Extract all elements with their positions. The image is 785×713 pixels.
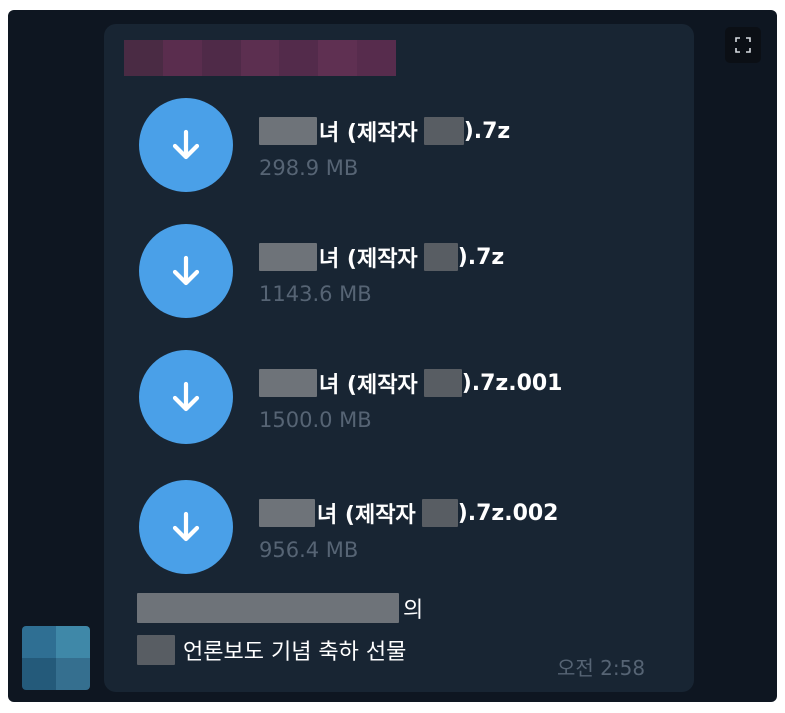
redacted-text	[423, 243, 458, 271]
redacted-text	[423, 369, 462, 397]
file-name[interactable]: 녀 (제작자 ).7z	[259, 116, 510, 146]
redacted-text	[259, 369, 317, 397]
redacted-text	[259, 117, 317, 145]
expand-button[interactable]	[725, 27, 761, 63]
download-arrow-icon	[172, 255, 200, 286]
download-button[interactable]	[139, 98, 233, 192]
download-button[interactable]	[139, 224, 233, 318]
file-size: 1500.0 MB	[259, 408, 372, 432]
file-name[interactable]: 녀 (제작자 ).7z.002	[259, 498, 559, 528]
file-attachment[interactable]: 녀 (제작자 ).7z 298.9 MB	[139, 98, 679, 208]
file-name[interactable]: 녀 (제작자 ).7z.001	[259, 368, 563, 398]
file-attachment[interactable]: 녀 (제작자 ).7z 1143.6 MB	[139, 224, 679, 334]
download-button[interactable]	[139, 350, 233, 444]
redacted-text	[137, 635, 175, 665]
redacted-text	[259, 499, 315, 527]
message-caption-line: 의	[137, 592, 423, 624]
download-button[interactable]	[139, 480, 233, 574]
file-attachment[interactable]: 녀 (제작자 ).7z.002 956.4 MB	[139, 480, 679, 590]
file-name[interactable]: 녀 (제작자 ).7z	[259, 242, 504, 272]
redacted-text	[423, 117, 464, 145]
avatar[interactable]	[22, 626, 90, 690]
message-timestamp: 오전 2:58	[557, 656, 646, 680]
file-size: 298.9 MB	[259, 156, 359, 180]
file-size: 956.4 MB	[259, 538, 359, 562]
redacted-text	[421, 499, 458, 527]
file-attachment[interactable]: 녀 (제작자 ).7z.001 1500.0 MB	[139, 350, 679, 460]
download-arrow-icon	[172, 381, 200, 412]
redacted-text	[259, 243, 317, 271]
file-size: 1143.6 MB	[259, 282, 372, 306]
redacted-text	[137, 593, 399, 623]
download-arrow-icon	[172, 511, 200, 542]
sender-name-redacted[interactable]	[124, 40, 397, 76]
download-arrow-icon	[172, 129, 200, 160]
message-caption-line: 언론보도 기념 축하 선물	[137, 633, 406, 667]
expand-icon	[735, 37, 751, 53]
